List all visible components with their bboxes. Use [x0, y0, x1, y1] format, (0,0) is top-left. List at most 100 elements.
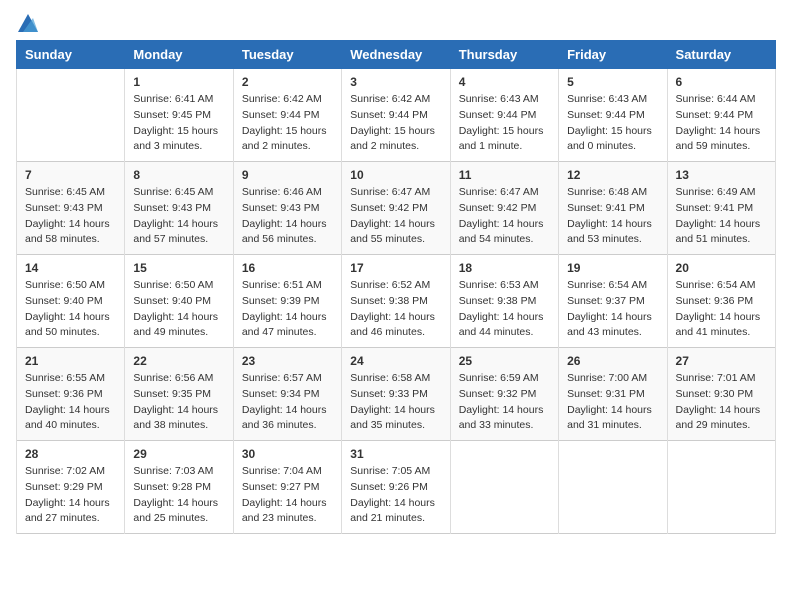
calendar-week-row: 1 Sunrise: 6:41 AM Sunset: 9:45 PM Dayli…: [17, 69, 776, 162]
calendar-cell: 29 Sunrise: 7:03 AM Sunset: 9:28 PM Dayl…: [125, 441, 233, 534]
sunrise: Sunrise: 6:44 AM: [676, 93, 756, 105]
sunrise: Sunrise: 6:43 AM: [567, 93, 647, 105]
day-number: 4: [459, 75, 550, 89]
sunset: Sunset: 9:36 PM: [25, 388, 103, 400]
sunrise: Sunrise: 6:59 AM: [459, 372, 539, 384]
logo-icon: [18, 14, 38, 32]
daylight: Daylight: 14 hours and 25 minutes.: [133, 497, 218, 525]
daylight: Daylight: 14 hours and 33 minutes.: [459, 404, 544, 432]
sunset: Sunset: 9:29 PM: [25, 481, 103, 493]
day-number: 21: [25, 354, 116, 368]
sunset: Sunset: 9:38 PM: [350, 295, 428, 307]
sunrise: Sunrise: 7:04 AM: [242, 465, 322, 477]
day-info: Sunrise: 6:57 AM Sunset: 9:34 PM Dayligh…: [242, 371, 333, 434]
daylight: Daylight: 14 hours and 58 minutes.: [25, 218, 110, 246]
day-number: 12: [567, 168, 658, 182]
calendar-cell: 4 Sunrise: 6:43 AM Sunset: 9:44 PM Dayli…: [450, 69, 558, 162]
calendar-cell: 5 Sunrise: 6:43 AM Sunset: 9:44 PM Dayli…: [559, 69, 667, 162]
calendar-cell: [450, 441, 558, 534]
day-number: 1: [133, 75, 224, 89]
sunrise: Sunrise: 6:58 AM: [350, 372, 430, 384]
sunrise: Sunrise: 6:53 AM: [459, 279, 539, 291]
day-info: Sunrise: 6:52 AM Sunset: 9:38 PM Dayligh…: [350, 278, 441, 341]
day-info: Sunrise: 7:03 AM Sunset: 9:28 PM Dayligh…: [133, 464, 224, 527]
sunset: Sunset: 9:45 PM: [133, 109, 211, 121]
calendar-cell: 27 Sunrise: 7:01 AM Sunset: 9:30 PM Dayl…: [667, 348, 775, 441]
day-number: 16: [242, 261, 333, 275]
day-number: 26: [567, 354, 658, 368]
daylight: Daylight: 14 hours and 23 minutes.: [242, 497, 327, 525]
day-info: Sunrise: 6:48 AM Sunset: 9:41 PM Dayligh…: [567, 185, 658, 248]
sunrise: Sunrise: 6:55 AM: [25, 372, 105, 384]
calendar-cell: 26 Sunrise: 7:00 AM Sunset: 9:31 PM Dayl…: [559, 348, 667, 441]
daylight: Daylight: 15 hours and 2 minutes.: [350, 125, 435, 153]
calendar-cell: 17 Sunrise: 6:52 AM Sunset: 9:38 PM Dayl…: [342, 255, 450, 348]
sunset: Sunset: 9:28 PM: [133, 481, 211, 493]
daylight: Daylight: 14 hours and 36 minutes.: [242, 404, 327, 432]
calendar-cell: 23 Sunrise: 6:57 AM Sunset: 9:34 PM Dayl…: [233, 348, 341, 441]
weekday-header: Monday: [125, 41, 233, 69]
daylight: Daylight: 14 hours and 55 minutes.: [350, 218, 435, 246]
day-number: 2: [242, 75, 333, 89]
sunset: Sunset: 9:35 PM: [133, 388, 211, 400]
day-number: 5: [567, 75, 658, 89]
calendar-week-row: 28 Sunrise: 7:02 AM Sunset: 9:29 PM Dayl…: [17, 441, 776, 534]
calendar-cell: 22 Sunrise: 6:56 AM Sunset: 9:35 PM Dayl…: [125, 348, 233, 441]
page-header: [16, 16, 776, 32]
calendar-cell: 31 Sunrise: 7:05 AM Sunset: 9:26 PM Dayl…: [342, 441, 450, 534]
sunrise: Sunrise: 6:54 AM: [676, 279, 756, 291]
day-number: 30: [242, 447, 333, 461]
sunrise: Sunrise: 6:42 AM: [350, 93, 430, 105]
daylight: Daylight: 15 hours and 3 minutes.: [133, 125, 218, 153]
calendar-cell: [667, 441, 775, 534]
calendar-cell: 25 Sunrise: 6:59 AM Sunset: 9:32 PM Dayl…: [450, 348, 558, 441]
day-info: Sunrise: 6:42 AM Sunset: 9:44 PM Dayligh…: [350, 92, 441, 155]
weekday-header: Sunday: [17, 41, 125, 69]
day-info: Sunrise: 6:51 AM Sunset: 9:39 PM Dayligh…: [242, 278, 333, 341]
sunset: Sunset: 9:40 PM: [133, 295, 211, 307]
sunrise: Sunrise: 6:52 AM: [350, 279, 430, 291]
calendar-cell: 1 Sunrise: 6:41 AM Sunset: 9:45 PM Dayli…: [125, 69, 233, 162]
day-info: Sunrise: 6:54 AM Sunset: 9:37 PM Dayligh…: [567, 278, 658, 341]
day-number: 3: [350, 75, 441, 89]
day-number: 20: [676, 261, 767, 275]
day-number: 8: [133, 168, 224, 182]
sunrise: Sunrise: 7:05 AM: [350, 465, 430, 477]
calendar-cell: 15 Sunrise: 6:50 AM Sunset: 9:40 PM Dayl…: [125, 255, 233, 348]
logo: [16, 16, 38, 32]
day-info: Sunrise: 6:50 AM Sunset: 9:40 PM Dayligh…: [133, 278, 224, 341]
sunrise: Sunrise: 6:43 AM: [459, 93, 539, 105]
sunrise: Sunrise: 6:42 AM: [242, 93, 322, 105]
sunrise: Sunrise: 6:56 AM: [133, 372, 213, 384]
calendar-body: 1 Sunrise: 6:41 AM Sunset: 9:45 PM Dayli…: [17, 69, 776, 534]
weekday-header: Saturday: [667, 41, 775, 69]
sunset: Sunset: 9:43 PM: [133, 202, 211, 214]
calendar-cell: 9 Sunrise: 6:46 AM Sunset: 9:43 PM Dayli…: [233, 162, 341, 255]
sunrise: Sunrise: 6:49 AM: [676, 186, 756, 198]
sunset: Sunset: 9:42 PM: [459, 202, 537, 214]
day-info: Sunrise: 7:05 AM Sunset: 9:26 PM Dayligh…: [350, 464, 441, 527]
day-number: 6: [676, 75, 767, 89]
calendar-cell: 24 Sunrise: 6:58 AM Sunset: 9:33 PM Dayl…: [342, 348, 450, 441]
sunset: Sunset: 9:44 PM: [676, 109, 754, 121]
daylight: Daylight: 14 hours and 38 minutes.: [133, 404, 218, 432]
daylight: Daylight: 14 hours and 51 minutes.: [676, 218, 761, 246]
calendar-cell: 8 Sunrise: 6:45 AM Sunset: 9:43 PM Dayli…: [125, 162, 233, 255]
sunset: Sunset: 9:34 PM: [242, 388, 320, 400]
calendar-cell: 30 Sunrise: 7:04 AM Sunset: 9:27 PM Dayl…: [233, 441, 341, 534]
day-info: Sunrise: 6:54 AM Sunset: 9:36 PM Dayligh…: [676, 278, 767, 341]
daylight: Daylight: 14 hours and 41 minutes.: [676, 311, 761, 339]
day-info: Sunrise: 6:45 AM Sunset: 9:43 PM Dayligh…: [25, 185, 116, 248]
sunset: Sunset: 9:44 PM: [459, 109, 537, 121]
calendar-cell: [559, 441, 667, 534]
sunrise: Sunrise: 7:02 AM: [25, 465, 105, 477]
sunrise: Sunrise: 7:01 AM: [676, 372, 756, 384]
calendar-cell: 2 Sunrise: 6:42 AM Sunset: 9:44 PM Dayli…: [233, 69, 341, 162]
day-number: 28: [25, 447, 116, 461]
calendar-cell: 19 Sunrise: 6:54 AM Sunset: 9:37 PM Dayl…: [559, 255, 667, 348]
daylight: Daylight: 14 hours and 54 minutes.: [459, 218, 544, 246]
calendar-cell: 12 Sunrise: 6:48 AM Sunset: 9:41 PM Dayl…: [559, 162, 667, 255]
daylight: Daylight: 14 hours and 21 minutes.: [350, 497, 435, 525]
sunset: Sunset: 9:38 PM: [459, 295, 537, 307]
day-number: 17: [350, 261, 441, 275]
